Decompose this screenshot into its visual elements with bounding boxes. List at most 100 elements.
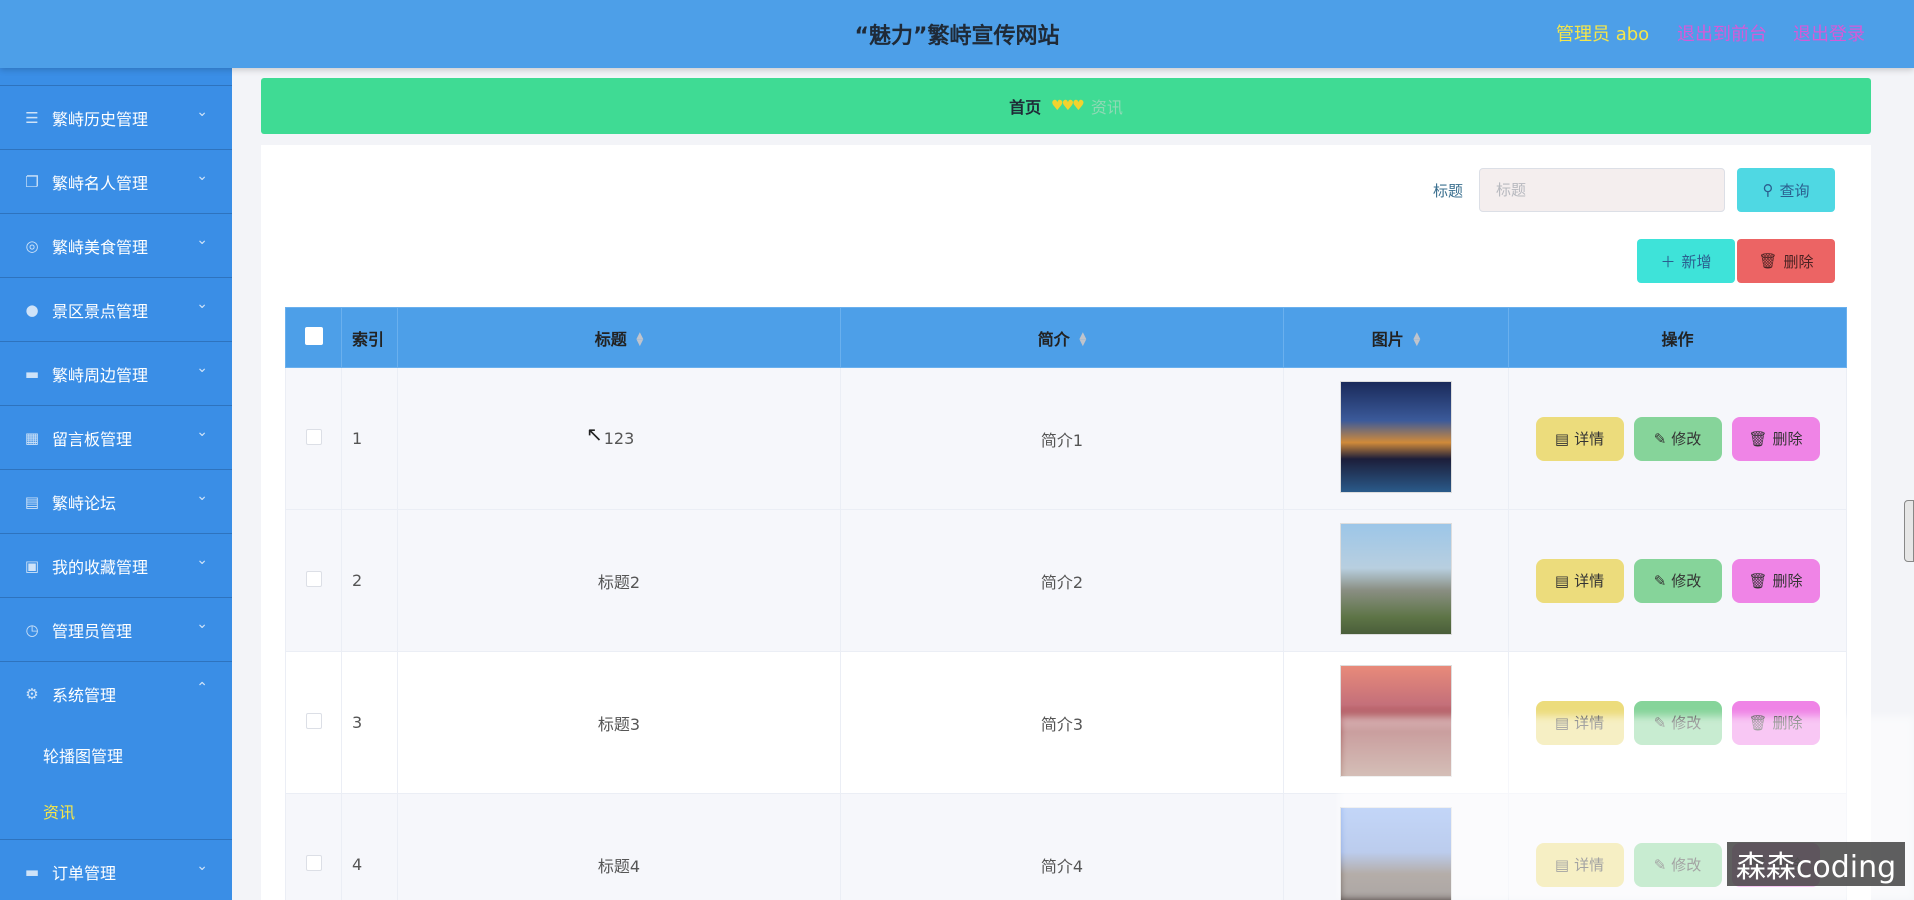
sidebar-subitem-carousel[interactable]: 轮播图管理 <box>0 726 232 783</box>
page-scrollbar[interactable] <box>1904 500 1914 562</box>
sidebar-item-admins[interactable]: ◷ 管理员管理 ⌄ <box>0 598 232 662</box>
user-icon: ● <box>25 300 39 319</box>
watermark: 森森coding <box>1727 842 1905 886</box>
compass-icon: ◎ <box>25 236 39 255</box>
row-intro: 简介4 <box>840 793 1284 900</box>
admin-user-label: 管理员 abo <box>1556 24 1650 45</box>
sidebar-item-label: 繁峙美食管理 <box>52 237 149 257</box>
row-index: 3 <box>341 651 398 794</box>
edit-label: 修改 <box>1671 430 1702 448</box>
logout-link[interactable]: 退出登录 <box>1793 20 1865 46</box>
row-select-cell <box>285 651 342 794</box>
detail-button[interactable]: ▤详情 <box>1535 416 1624 461</box>
plus-icon: ＋ <box>1660 252 1676 271</box>
chevron-down-icon: ⌄ <box>196 552 208 568</box>
trash-icon: 🗑 <box>1748 429 1768 448</box>
row-image-cell <box>1283 367 1509 510</box>
clipboard-icon: ▤ <box>24 492 40 511</box>
column-header-intro[interactable]: 简介 ▲ ▼ <box>840 307 1284 368</box>
row-checkbox[interactable] <box>305 570 322 587</box>
chevron-down-icon: ⌄ <box>196 858 208 874</box>
delete-label: 删除 <box>1772 572 1803 590</box>
sidebar-item-forum[interactable]: ▤ 繁峙论坛 ⌄ <box>0 470 232 534</box>
breadcrumb-current: 资讯 <box>1090 98 1123 117</box>
trash-icon: 🗑 <box>1758 252 1778 270</box>
picture-icon: ▣ <box>24 556 40 575</box>
column-header-image-label: 图片 <box>1371 329 1404 349</box>
sidebar-item-celebrities[interactable]: ❐ 繁峙名人管理 ⌄ <box>0 150 232 214</box>
sidebar-item-label: 景区景点管理 <box>52 301 149 321</box>
row-delete-button[interactable]: 🗑删除 <box>1731 416 1820 461</box>
column-header-image[interactable]: 图片 ▲ ▼ <box>1283 307 1509 368</box>
sort-icon[interactable]: ▲ ▼ <box>636 332 643 348</box>
row-index: 1 <box>341 367 398 510</box>
chevron-down-icon: ⌄ <box>196 360 208 376</box>
sidebar-item-label: 繁峙名人管理 <box>52 173 149 193</box>
row-thumbnail <box>1340 522 1452 635</box>
row-select-cell <box>285 509 342 652</box>
column-header-ops: 操作 <box>1508 307 1847 368</box>
row-ops-cell: ▤详情 ✎修改 🗑删除 <box>1508 509 1847 652</box>
chevron-down-icon: ⌄ <box>196 104 208 120</box>
delete-label: 删除 <box>1772 430 1803 448</box>
row-title: 标题2 <box>397 509 841 652</box>
sidebar-item-label: 管理员管理 <box>52 621 133 641</box>
column-header-title[interactable]: 标题 ▲ ▼ <box>397 307 841 368</box>
sort-icon[interactable]: ▲ ▼ <box>1079 332 1086 348</box>
edit-icon: ✎ <box>1653 571 1667 590</box>
row-title: 标题3 <box>397 651 841 794</box>
trash-icon: 🗑 <box>1748 571 1768 590</box>
column-header-index: 索引 <box>341 307 398 368</box>
sidebar-item-messages[interactable]: ▦ 留言板管理 ⌄ <box>0 406 232 470</box>
table-header-row: 索引 标题 ▲ ▼ 简介 ▲ ▼ 图片 ▲ ▼ 操作 <box>285 307 1847 368</box>
sort-icon[interactable]: ▲ ▼ <box>1413 332 1420 348</box>
sidebar-item-system[interactable]: ⚙ 系统管理 ⌃ <box>0 662 232 726</box>
sidebar-item-surroundings[interactable]: ▬ 繁峙周边管理 ⌄ <box>0 342 232 406</box>
row-index: 2 <box>341 509 398 652</box>
row-intro: 简介1 <box>840 367 1284 510</box>
sidebar: ☰ 繁峙历史管理 ⌄ ❐ 繁峙名人管理 ⌄ ◎ 繁峙美食管理 ⌄ ● 景区景点管… <box>0 68 232 900</box>
breadcrumb-home[interactable]: 首页 <box>1009 94 1041 118</box>
sidebar-item-orders[interactable]: ▬ 订单管理 ⌄ <box>0 840 232 900</box>
sidebar-item-scenic[interactable]: ● 景区景点管理 ⌄ <box>0 278 232 342</box>
sidebar-item-favorites[interactable]: ▣ 我的收藏管理 ⌄ <box>0 534 232 598</box>
row-delete-button[interactable]: 🗑删除 <box>1731 558 1820 603</box>
sidebar-subitem-news[interactable]: 资讯 <box>0 783 232 840</box>
detail-label: 详情 <box>1574 572 1605 590</box>
search-title-input[interactable] <box>1479 168 1725 212</box>
row-checkbox[interactable] <box>305 854 322 871</box>
row-thumbnail <box>1340 380 1452 493</box>
add-button[interactable]: ＋ 新增 <box>1637 239 1735 283</box>
column-header-intro-label: 简介 <box>1037 329 1070 349</box>
mouse-cursor-icon: ↖ <box>586 422 603 446</box>
edit-button[interactable]: ✎修改 <box>1633 416 1722 461</box>
batch-delete-button[interactable]: 🗑 删除 <box>1737 239 1835 283</box>
gear-icon: ⚙ <box>25 685 39 703</box>
breadcrumb: 首页 ♥♥♥ 资讯 <box>261 78 1871 134</box>
sidebar-item-history[interactable]: ☰ 繁峙历史管理 ⌄ <box>0 86 232 150</box>
select-all-checkbox[interactable] <box>304 326 323 345</box>
clock-icon: ◷ <box>25 620 39 639</box>
chevron-down-icon: ⌄ <box>196 296 208 312</box>
sidebar-item-label: 留言板管理 <box>52 429 133 449</box>
heart-separator-icon: ♥♥♥ <box>1051 98 1085 114</box>
monitor-icon: ▬ <box>24 364 40 383</box>
detail-button[interactable]: ▤详情 <box>1535 558 1624 603</box>
sidebar-item-label: 系统管理 <box>52 686 117 705</box>
sidebar-item-label: 订单管理 <box>52 863 117 883</box>
select-all-cell <box>285 307 342 368</box>
sidebar-item-food[interactable]: ◎ 繁峙美食管理 ⌄ <box>0 214 232 278</box>
sidebar-item-label: 繁峙周边管理 <box>52 365 149 385</box>
edit-button[interactable]: ✎修改 <box>1633 558 1722 603</box>
row-intro: 简介2 <box>840 509 1284 652</box>
row-checkbox[interactable] <box>305 428 322 445</box>
row-checkbox[interactable] <box>305 712 322 729</box>
row-image-cell <box>1283 509 1509 652</box>
add-button-label: 新增 <box>1681 252 1712 271</box>
query-button[interactable]: ⚲ 查询 <box>1737 168 1835 212</box>
building-icon: ▦ <box>24 428 40 447</box>
row-intro: 简介3 <box>840 651 1284 794</box>
row-title: 123 <box>397 367 841 510</box>
exit-to-front-link[interactable]: 退出到前台 <box>1677 20 1767 46</box>
monitor-icon: ▬ <box>24 862 40 881</box>
